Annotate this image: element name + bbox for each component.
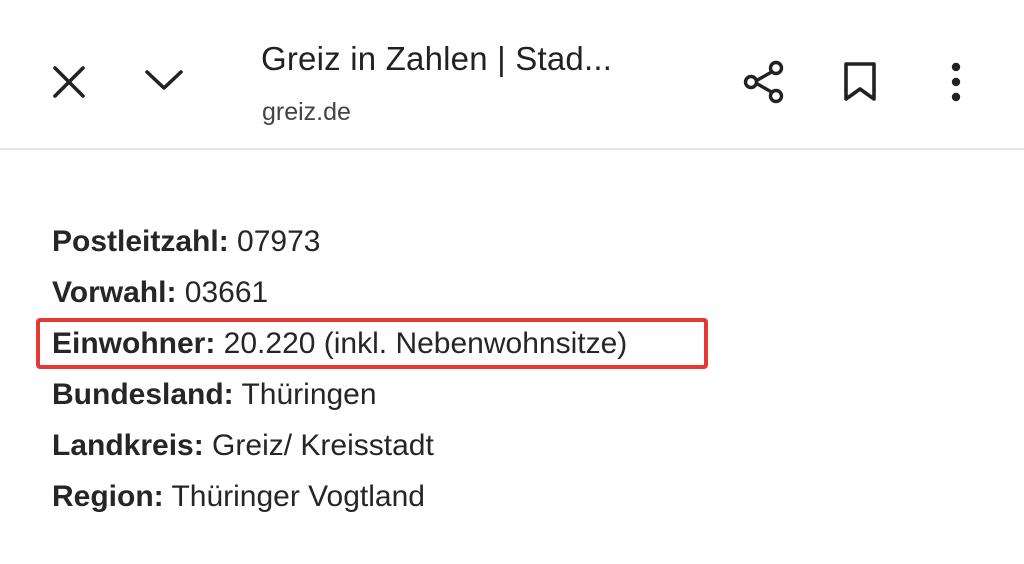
bookmark-button[interactable] [828,50,892,114]
fact-value: Thüringer Vogtland [163,480,425,513]
close-button[interactable] [37,50,101,114]
page-url: greiz.de [262,98,351,126]
fact-label: Vorwahl: [52,276,177,309]
fact-label: Bundesland: [52,378,234,411]
fact-vorwahl: Vorwahl: 03661 [52,273,627,324]
share-button[interactable] [732,50,796,114]
fact-value: Greiz/ Kreisstadt [203,429,434,462]
city-facts-list: Postleitzahl: 07973 Vorwahl: 03661 Einwo… [52,222,627,528]
custom-tab-toolbar: Greiz in Zahlen | Stad... greiz.de [0,0,1024,150]
fact-postleitzahl: Postleitzahl: 07973 [52,222,627,273]
share-icon [743,60,784,104]
fact-label: Landkreis: [52,429,204,462]
fact-region: Region: Thüringer Vogtland [52,477,627,528]
more-vertical-icon [951,62,961,102]
fact-label: Postleitzahl: [52,225,229,258]
fact-value: Thüringen [233,378,377,411]
fact-value: 07973 [228,225,321,258]
close-icon [53,66,85,98]
fact-value: 03661 [176,276,269,309]
more-options-button[interactable] [924,50,988,114]
fact-bundesland: Bundesland: Thüringen [52,375,627,426]
chevron-down-icon [145,70,183,90]
fact-label: Region: [52,480,164,513]
fact-landkreis: Landkreis: Greiz/ Kreisstadt [52,426,627,477]
highlight-box [36,318,708,369]
bookmark-icon [844,62,876,101]
collapse-button[interactable] [132,48,196,112]
page-title: Greiz in Zahlen | Stad... [261,40,613,77]
